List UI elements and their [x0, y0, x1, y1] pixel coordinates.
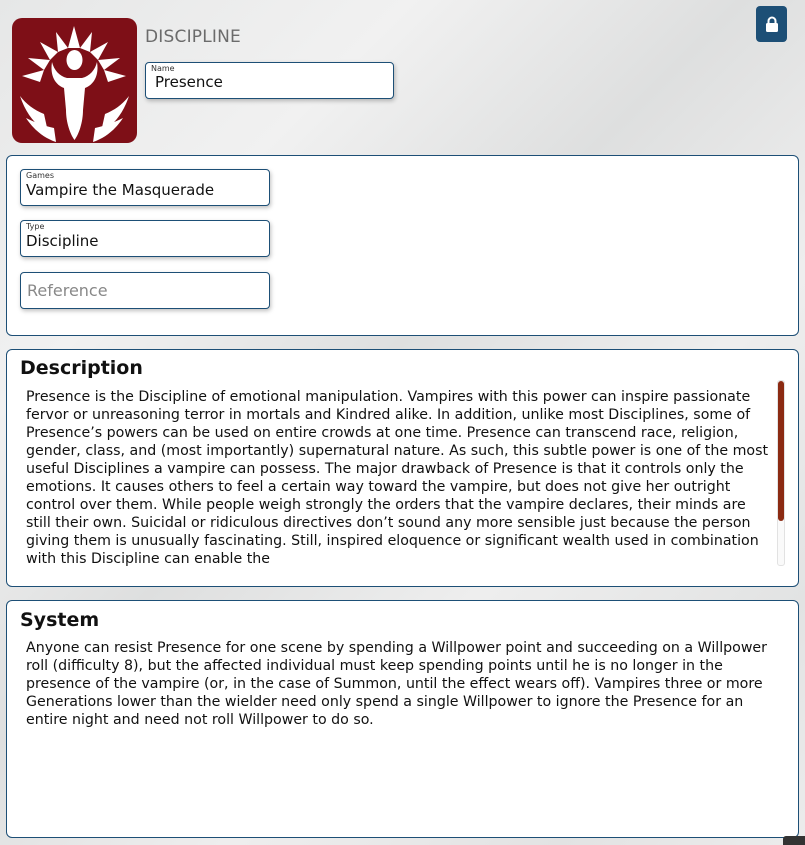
description-scroll-thumb[interactable]: [778, 381, 784, 521]
reference-field[interactable]: Reference: [20, 272, 270, 309]
system-text: Anyone can resist Presence for one scene…: [26, 640, 767, 728]
discipline-emblem: [12, 18, 137, 143]
description-scrollbar[interactable]: [777, 380, 785, 566]
reference-field-placeholder: Reference: [27, 281, 108, 300]
name-field-value: Presence: [155, 73, 223, 91]
type-field[interactable]: Type Discipline: [20, 220, 270, 257]
type-field-value: Discipline: [26, 232, 99, 250]
system-panel: System Anyone can resist Presence for on…: [6, 600, 799, 838]
name-field[interactable]: Name Presence: [145, 62, 394, 99]
games-field[interactable]: Games Vampire the Masquerade: [20, 169, 270, 206]
corner-widget: [783, 836, 805, 845]
description-text: Presence is the Discipline of emotional …: [26, 389, 769, 567]
system-heading: System: [20, 609, 100, 631]
description-panel: Description Presence is the Discipline o…: [6, 349, 799, 587]
description-heading: Description: [20, 357, 143, 379]
games-field-value: Vampire the Masquerade: [26, 181, 215, 199]
games-field-label: Games: [26, 171, 54, 180]
lock-button[interactable]: [756, 6, 787, 42]
type-field-label: Type: [26, 222, 45, 231]
name-field-label: Name: [151, 64, 175, 73]
presence-figure-icon: [20, 26, 129, 142]
record-kind-label: DISCIPLINE: [145, 27, 241, 47]
lock-icon: [765, 16, 778, 32]
